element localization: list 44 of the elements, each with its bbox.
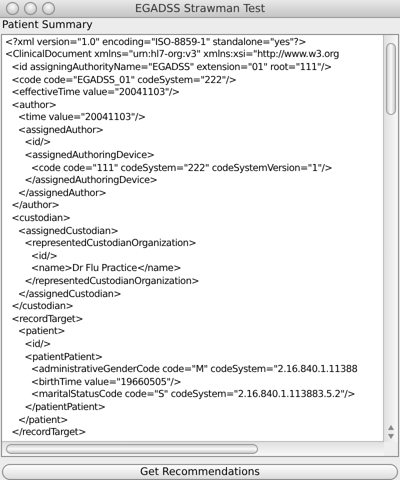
xml-line: </assignedAuthoringDevice> bbox=[24, 175, 158, 186]
xml-line: <assignedAuthor> bbox=[18, 124, 104, 136]
xml-line: <custodian> bbox=[12, 213, 70, 224]
xml-line: <code code="111" codeSystem="222" codeSystemVersion="1"/> bbox=[31, 162, 332, 174]
horizontal-scrollbar[interactable] bbox=[2, 441, 384, 456]
xml-line: <representedCustodianOrganization> bbox=[24, 238, 196, 250]
xml-line: </assignedCustodian> bbox=[18, 288, 122, 300]
xml-line: <code code="EGADSS_01" codeSystem="222"/> bbox=[12, 74, 236, 86]
xml-line: <id/> bbox=[24, 137, 51, 148]
xml-line: <id/> bbox=[24, 338, 51, 350]
xml-line: <?xml version="1.0" encoding="ISO-8859-1" standalone="yes"?> bbox=[5, 36, 306, 48]
xml-line: <id/> bbox=[31, 250, 58, 262]
xml-line: <administrativeGenderCode code="M" codeSystem="2.16.840.1.11388 bbox=[31, 364, 358, 376]
xml-line: </author> bbox=[12, 200, 60, 212]
xml-line: <patient> bbox=[18, 326, 66, 338]
scrollbar-thumb[interactable] bbox=[386, 42, 396, 115]
xml-line: <recordTarget> bbox=[12, 314, 84, 325]
close-button[interactable] bbox=[6, 2, 19, 15]
xml-line: <assignedAuthoringDevice> bbox=[24, 150, 154, 162]
scrollbar-thumb[interactable] bbox=[6, 444, 258, 454]
xml-line: </recordTarget> bbox=[12, 427, 86, 438]
xml-text-area[interactable] bbox=[1, 34, 399, 457]
xml-line: <id assigningAuthorityName="EGADSS" extension="01" root="111"/> bbox=[12, 62, 332, 73]
get-recommendations-button[interactable]: Get Recommendations bbox=[2, 464, 398, 480]
xml-line: </representedCustodianOrganization> bbox=[24, 276, 200, 288]
xml-line: <maritalStatusCode code="S" codeSystem="2.16.840.1.113883.5.2"/> bbox=[31, 389, 356, 400]
xml-line: <author> bbox=[12, 100, 56, 111]
scroll-arrows-icon[interactable] bbox=[387, 424, 395, 440]
xml-line: <assignedCustodian> bbox=[18, 226, 118, 237]
xml-line: </assignedAuthor> bbox=[18, 188, 106, 199]
xml-line: <ClinicalDocument xmlns="urn:hl7-org:v3" xmlns:xsi="http://www.w3.org bbox=[5, 49, 339, 60]
xml-line: </custodian> bbox=[12, 301, 74, 312]
xml-line: </patientPatient> bbox=[24, 402, 106, 413]
zoom-button[interactable] bbox=[42, 2, 55, 15]
xml-line: <time value="20041103"/> bbox=[18, 112, 146, 124]
vertical-scrollbar[interactable] bbox=[383, 34, 398, 442]
minimize-button[interactable] bbox=[24, 2, 37, 15]
window-title: EGADSS Strawman Test bbox=[134, 2, 266, 15]
xml-line: <effectiveTime value="20041103"/> bbox=[12, 87, 180, 98]
panel-label: Patient Summary bbox=[1, 18, 94, 33]
xml-line: <birthTime value="19660505"/> bbox=[31, 376, 182, 388]
xml-line: </patient> bbox=[18, 414, 68, 426]
xml-line: <patientPatient> bbox=[24, 352, 103, 363]
xml-line: <name>Dr Flu Practice</name> bbox=[31, 263, 182, 274]
